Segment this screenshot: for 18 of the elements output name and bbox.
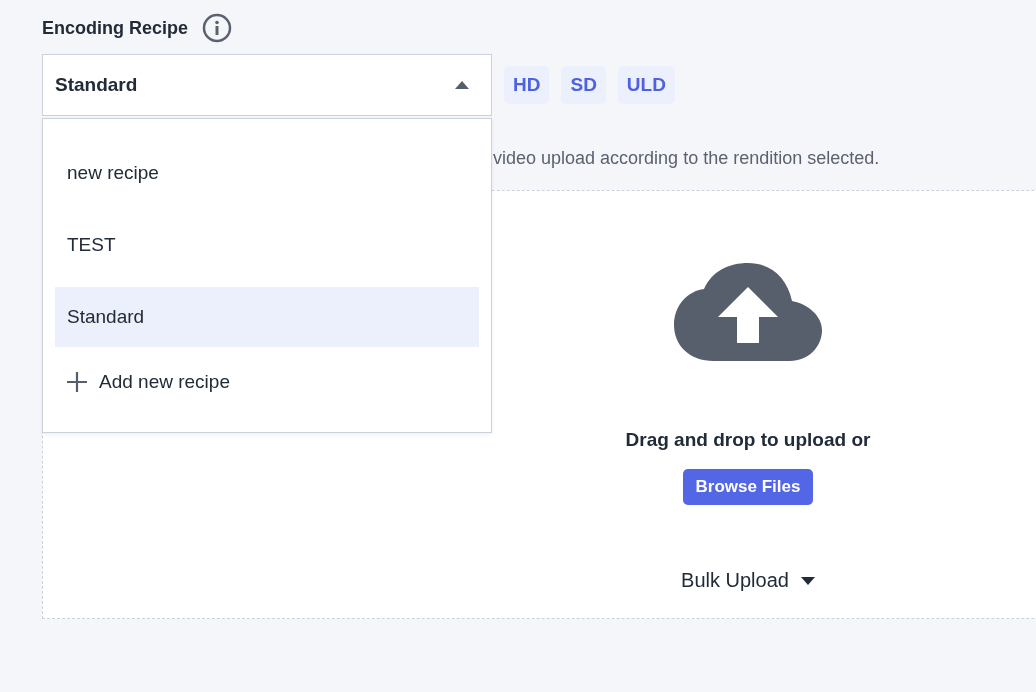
rendition-tag: HD [504, 66, 550, 104]
rendition-tag: SD [561, 66, 606, 104]
add-recipe-label: Add new recipe [99, 371, 230, 393]
browse-files-button[interactable]: Browse Files [682, 469, 814, 505]
add-recipe-item[interactable]: Add new recipe [55, 352, 479, 412]
rendition-tag: ULD [617, 66, 675, 104]
bulk-upload-dropdown[interactable]: Bulk Upload [681, 569, 815, 592]
upload-prompt: Drag and drop to upload or [625, 429, 871, 451]
cloud-upload-icon [674, 263, 822, 361]
field-label: Encoding Recipe [42, 17, 189, 39]
recipe-select[interactable]: Standard [42, 54, 492, 116]
caret-down-icon [800, 576, 815, 585]
menu-item[interactable]: TEST [55, 215, 479, 275]
menu-item[interactable]: Standard [55, 287, 479, 347]
caret-up-icon [455, 81, 469, 89]
info-icon[interactable] [202, 13, 233, 43]
plus-icon [67, 372, 87, 392]
description-text: video upload according to the rendition selected. [493, 148, 881, 170]
